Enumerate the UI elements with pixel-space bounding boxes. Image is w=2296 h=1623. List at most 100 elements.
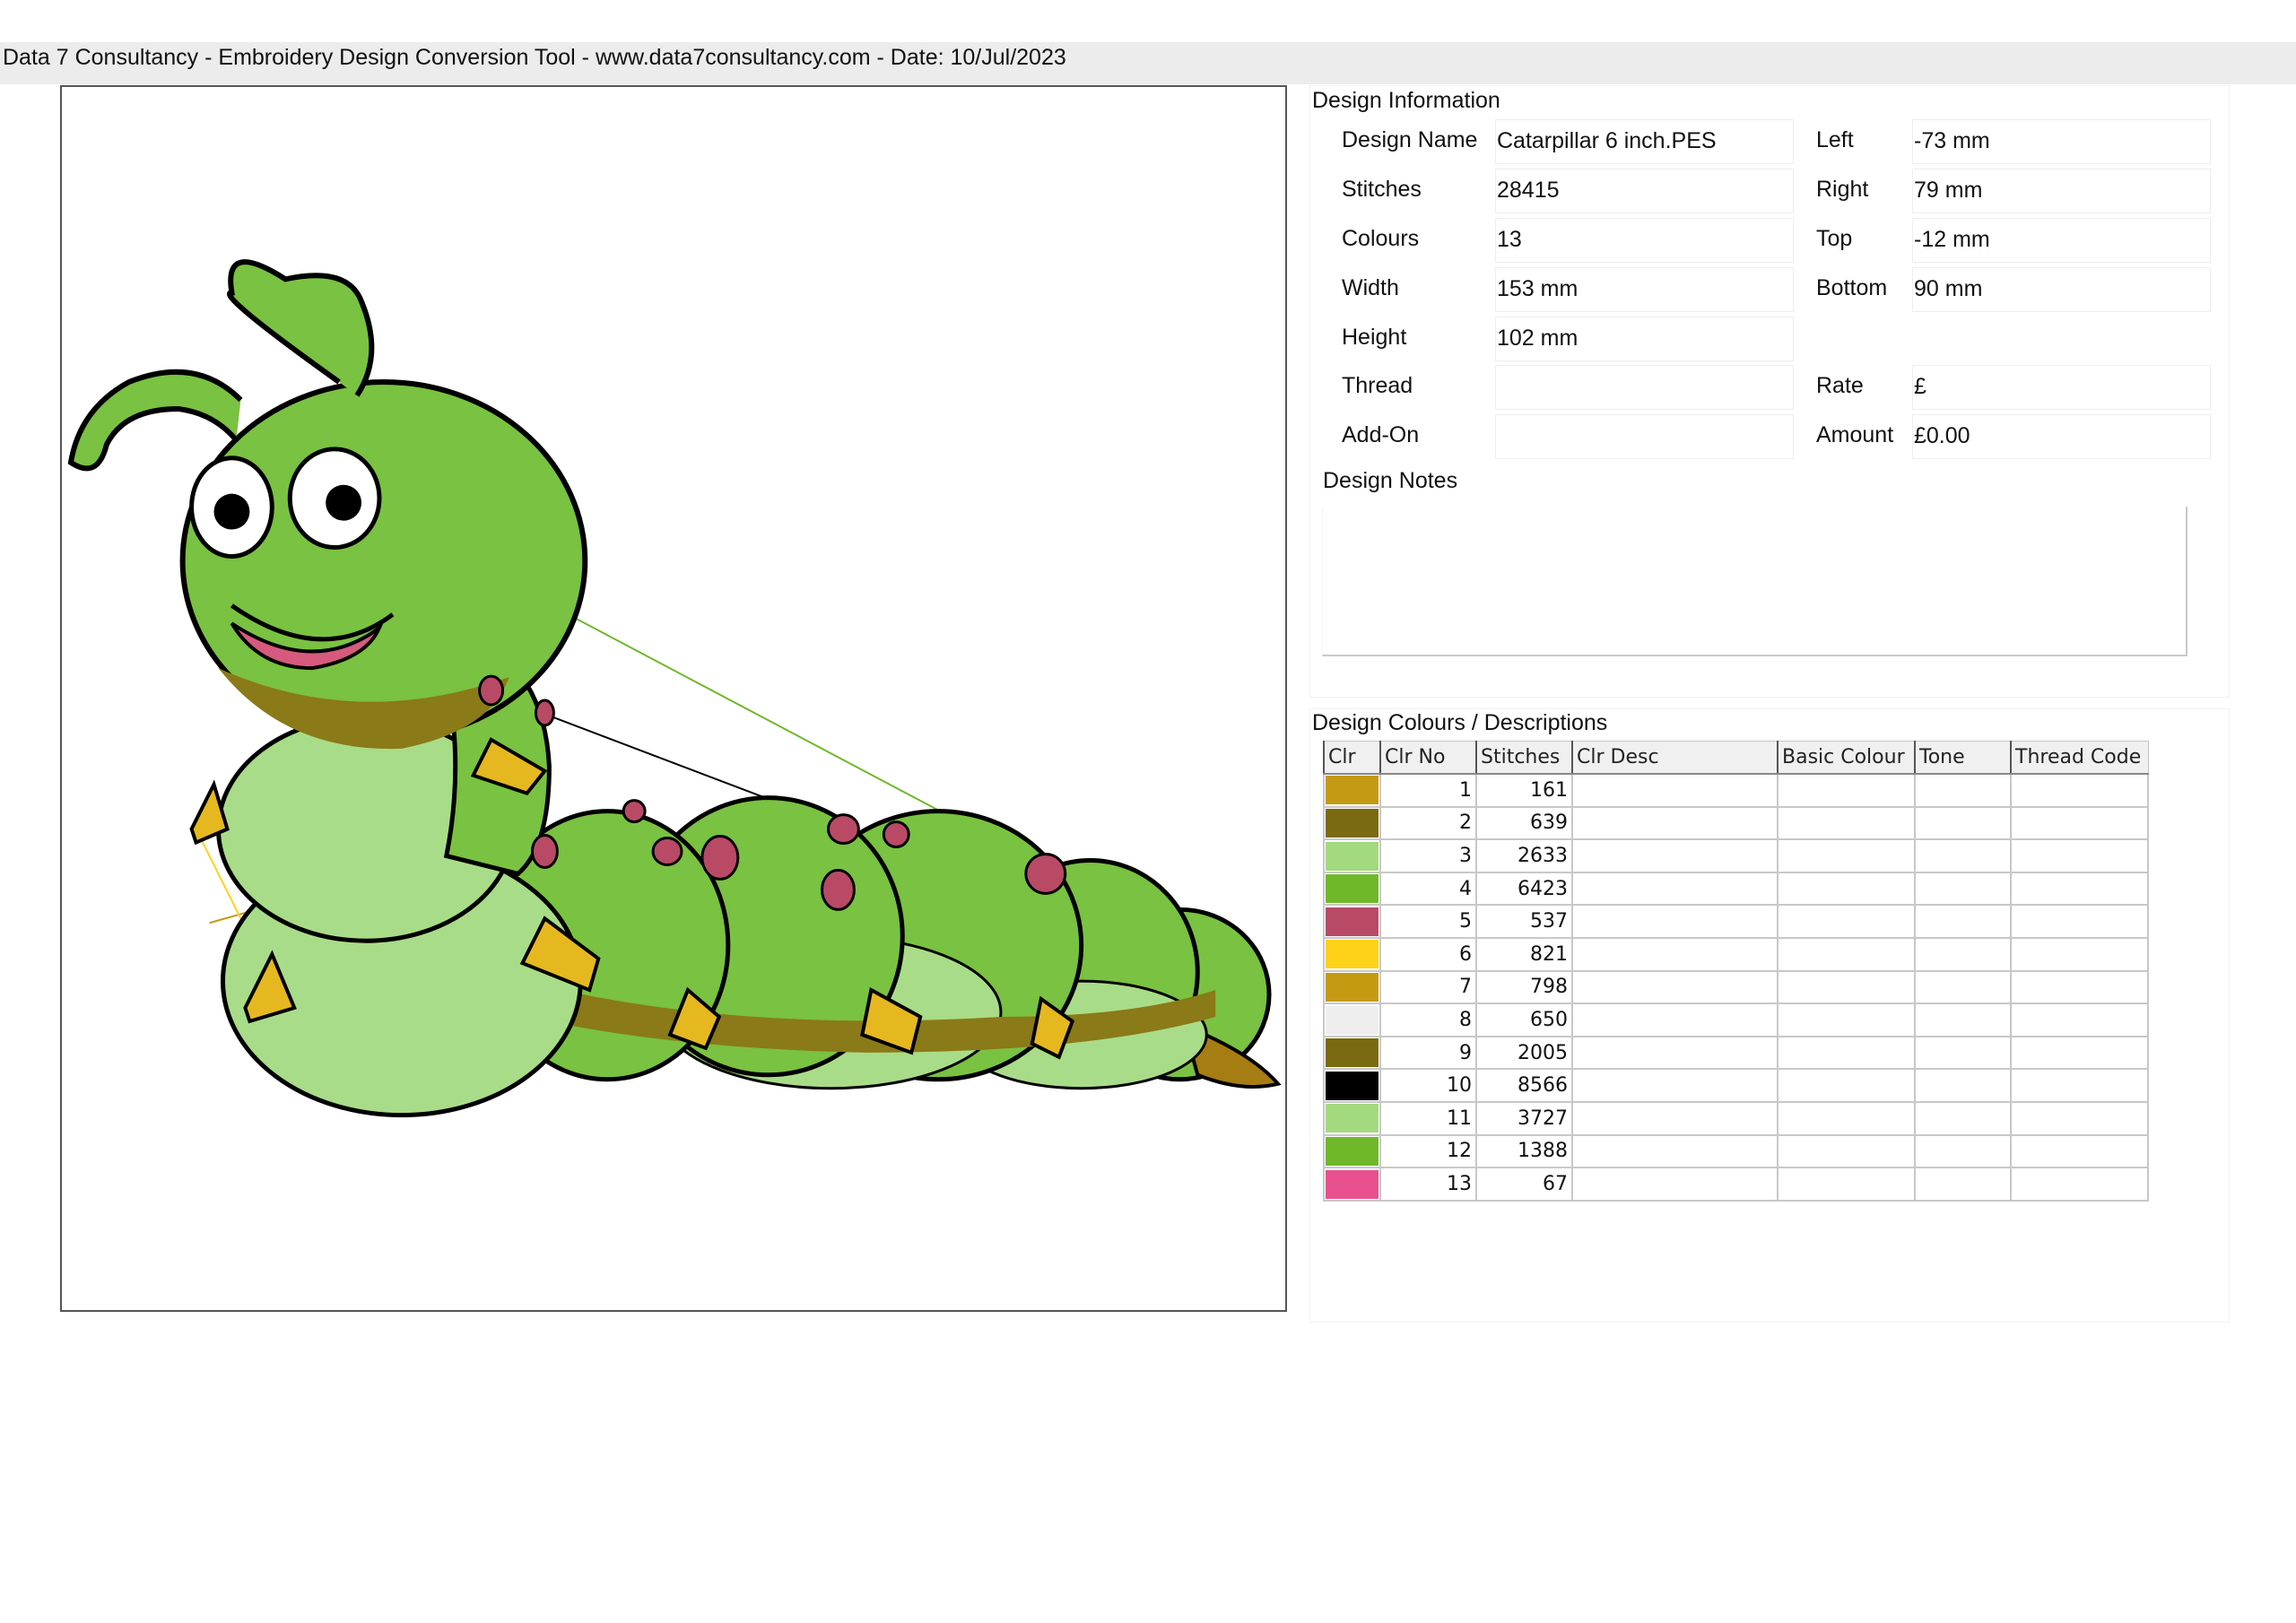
table-row[interactable]: 4 6423 (1323, 871, 2149, 907)
table-row[interactable]: 12 1388 (1323, 1133, 2149, 1169)
clr-desc-cell (1571, 838, 1779, 873)
basic-colour-cell (1777, 937, 1916, 972)
col-header-basic-colour[interactable]: Basic Colour (1777, 741, 1916, 776)
tone-cell (1914, 805, 2012, 841)
thread-code-cell (2010, 937, 2149, 972)
stitches-cell: 650 (1475, 1002, 1573, 1037)
design-name-label: Design Name (1342, 127, 1478, 152)
width-field: 153 mm (1495, 267, 1794, 312)
col-header-clr-desc[interactable]: Clr Desc (1571, 741, 1779, 776)
tone-cell (1914, 904, 2012, 940)
table-row[interactable]: 7 798 (1323, 969, 2149, 1005)
stitches-cell: 2633 (1475, 838, 1573, 873)
clr-desc-cell (1571, 1101, 1779, 1136)
colour-swatch-cell (1323, 805, 1381, 841)
colours-field: 13 (1495, 218, 1794, 263)
colour-swatch-cell (1323, 838, 1381, 873)
basic-colour-cell (1777, 773, 1916, 808)
colour-swatch-cell (1323, 1035, 1381, 1071)
clr-desc-cell (1571, 773, 1779, 808)
tone-cell (1914, 1133, 2012, 1169)
rate-field: £ (1912, 365, 2211, 410)
clr-desc-cell (1571, 1167, 1779, 1202)
clr-desc-cell (1571, 969, 1779, 1005)
right-label: Right (1816, 177, 1869, 202)
table-row[interactable]: 3 2633 (1323, 838, 2149, 873)
table-row[interactable]: 5 537 (1323, 904, 2149, 940)
stitches-cell: 67 (1475, 1167, 1573, 1202)
clr-desc-cell (1571, 805, 1779, 841)
clr-no-cell: 1 (1379, 773, 1477, 808)
thread-code-cell (2010, 805, 2149, 841)
right-field: 79 mm (1912, 169, 2211, 213)
colour-swatch-cell (1323, 1002, 1381, 1037)
col-header-tone[interactable]: Tone (1914, 741, 2012, 776)
clr-no-cell: 7 (1379, 969, 1477, 1005)
colour-swatch (1326, 1136, 1378, 1166)
clr-desc-cell (1571, 1133, 1779, 1169)
tone-cell (1914, 1167, 2012, 1202)
clr-desc-cell (1571, 871, 1779, 907)
basic-colour-cell (1777, 805, 1916, 841)
design-preview (60, 85, 1287, 1312)
stitches-cell: 3727 (1475, 1101, 1573, 1136)
clr-desc-cell (1571, 1002, 1779, 1037)
col-header-clr[interactable]: Clr (1323, 741, 1381, 776)
basic-colour-cell (1777, 1101, 1916, 1136)
design-name-field: Catarpillar 6 inch.PES (1495, 119, 1794, 164)
basic-colour-cell (1777, 1133, 1916, 1169)
clr-no-cell: 10 (1379, 1068, 1477, 1104)
tone-cell (1914, 937, 2012, 972)
caterpillar-embroidery-image (67, 259, 1282, 1118)
basic-colour-cell (1777, 969, 1916, 1005)
design-notes-textarea[interactable] (1322, 507, 2187, 656)
table-row[interactable]: 13 67 (1323, 1167, 2149, 1202)
tone-cell (1914, 1035, 2012, 1071)
bottom-label: Bottom (1816, 275, 1888, 300)
table-row[interactable]: 6 821 (1323, 937, 2149, 972)
stitches-cell: 6423 (1475, 871, 1573, 907)
basic-colour-cell (1777, 871, 1916, 907)
colour-swatch-cell (1323, 904, 1381, 940)
thread-label: Thread (1342, 373, 1413, 398)
clr-no-cell: 9 (1379, 1035, 1477, 1071)
clr-desc-cell (1571, 1068, 1779, 1104)
colour-swatch (1326, 1038, 1378, 1068)
stitches-field: 28415 (1495, 169, 1794, 213)
bottom-field: 90 mm (1912, 267, 2211, 312)
design-information-title: Design Information (1312, 88, 1500, 113)
colour-swatch (1326, 841, 1378, 871)
table-row[interactable]: 1 161 (1323, 773, 2149, 808)
stitches-cell: 821 (1475, 937, 1573, 972)
col-header-stitches[interactable]: Stitches (1475, 741, 1573, 776)
colours-table: Clr Clr No Stitches Clr Desc Basic Colou… (1323, 741, 2149, 1202)
colour-swatch-cell (1323, 969, 1381, 1005)
thread-code-cell (2010, 1068, 2149, 1104)
colours-label: Colours (1342, 226, 1420, 251)
col-header-clr-no[interactable]: Clr No (1379, 741, 1477, 776)
thread-code-cell (2010, 904, 2149, 940)
colour-swatch (1326, 874, 1378, 904)
table-row[interactable]: 11 3727 (1323, 1101, 2149, 1136)
table-row[interactable]: 9 2005 (1323, 1035, 2149, 1071)
table-row[interactable]: 10 8566 (1323, 1068, 2149, 1104)
colour-swatch (1326, 1169, 1378, 1199)
colour-swatch-cell (1323, 937, 1381, 972)
table-row[interactable]: 2 639 (1323, 805, 2149, 841)
tone-cell (1914, 969, 2012, 1005)
clr-no-cell: 12 (1379, 1133, 1477, 1169)
colours-table-body: 1 161 2 639 3 2633 4 6423 5 537 6 821 7 798 8 650 9 2005 1… (1323, 773, 2149, 1202)
clr-no-cell: 3 (1379, 838, 1477, 873)
table-row[interactable]: 8 650 (1323, 1002, 2149, 1037)
colour-swatch-cell (1323, 1133, 1381, 1169)
colour-swatch-cell (1323, 1167, 1381, 1202)
colour-swatch-cell (1323, 1101, 1381, 1136)
col-header-thread-code[interactable]: Thread Code (2010, 741, 2149, 776)
rate-label: Rate (1816, 373, 1864, 398)
stitches-cell: 161 (1475, 773, 1573, 808)
clr-no-cell: 5 (1379, 904, 1477, 940)
thread-code-cell (2010, 1133, 2149, 1169)
stitches-cell: 639 (1475, 805, 1573, 841)
colour-swatch-cell (1323, 773, 1381, 808)
width-label: Width (1342, 275, 1399, 300)
